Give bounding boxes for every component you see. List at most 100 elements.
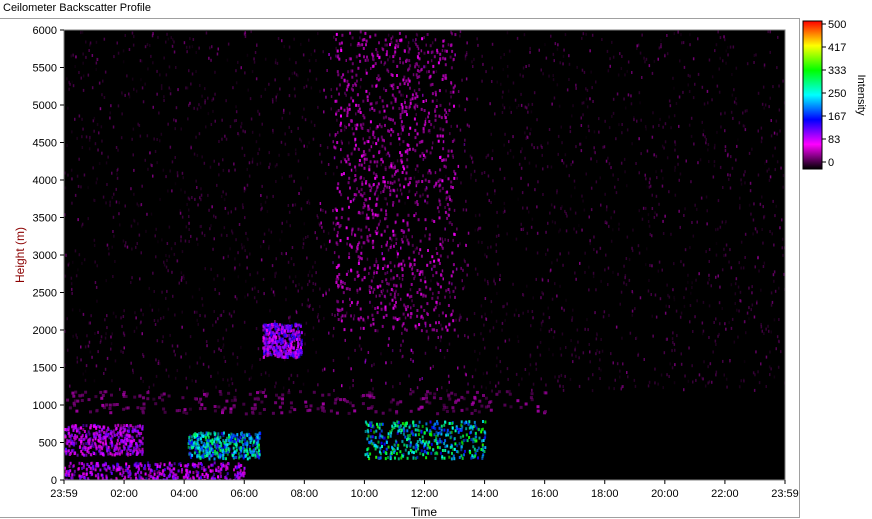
noise-speck	[559, 347, 562, 351]
feature-cell	[263, 355, 265, 359]
noise-speck	[329, 133, 331, 137]
noise-speck	[521, 191, 524, 195]
noise-speck	[422, 174, 424, 178]
noise-speck	[580, 116, 582, 120]
feature-cell	[405, 79, 408, 83]
noise-speck	[76, 356, 78, 360]
noise-speck	[749, 189, 752, 193]
feature-cell	[236, 471, 239, 475]
noise-speck	[455, 318, 457, 322]
noise-speck	[721, 268, 724, 272]
feature-cell	[93, 424, 95, 428]
noise-speck	[588, 343, 590, 346]
feature-cell	[481, 443, 484, 447]
noise-speck	[222, 336, 224, 340]
noise-speck	[243, 186, 246, 190]
feature-cell	[210, 463, 213, 467]
feature-cell	[135, 465, 138, 469]
feature-cell	[220, 467, 222, 471]
feature-cell	[205, 392, 209, 396]
noise-speck	[708, 273, 710, 277]
noise-speck	[366, 257, 369, 261]
feature-cell	[225, 457, 227, 461]
noise-speck	[167, 189, 169, 193]
noise-speck	[218, 162, 220, 166]
noise-speck	[222, 346, 224, 349]
feature-cell	[347, 411, 351, 415]
noise-speck	[470, 176, 472, 180]
noise-speck	[539, 328, 542, 332]
feature-cell	[366, 452, 369, 456]
noise-speck	[155, 255, 157, 259]
noise-speck	[648, 185, 651, 189]
noise-speck	[390, 133, 392, 137]
noise-speck	[746, 311, 749, 315]
feature-cell	[222, 434, 225, 438]
feature-cell	[436, 445, 439, 449]
noise-speck	[392, 118, 394, 122]
noise-speck	[81, 30, 84, 34]
noise-speck	[679, 172, 682, 176]
noise-speck	[82, 61, 84, 65]
feature-cell	[259, 390, 263, 394]
noise-speck	[757, 370, 759, 374]
plot-area[interactable]	[64, 30, 785, 480]
noise-speck	[424, 234, 426, 238]
feature-cell	[220, 464, 223, 467]
noise-speck	[344, 124, 346, 128]
feature-cell	[71, 442, 74, 446]
feature-cell	[137, 469, 140, 473]
noise-speck	[650, 293, 652, 296]
noise-speck	[169, 88, 172, 92]
feature-cell	[378, 426, 381, 430]
noise-speck	[333, 156, 336, 160]
noise-speck	[171, 270, 173, 274]
feature-cell	[428, 129, 431, 132]
noise-speck	[345, 126, 347, 130]
noise-speck	[180, 188, 182, 192]
noise-speck	[479, 226, 482, 230]
feature-cell	[228, 462, 230, 466]
noise-speck	[151, 164, 153, 168]
feature-cell	[82, 472, 84, 476]
noise-speck	[649, 232, 651, 236]
noise-speck	[111, 245, 113, 249]
feature-cell	[440, 424, 443, 428]
noise-speck	[488, 199, 490, 203]
noise-speck	[620, 67, 623, 70]
noise-speck	[246, 183, 249, 187]
noise-speck	[756, 299, 758, 303]
noise-speck	[739, 385, 741, 389]
noise-speck	[206, 344, 208, 348]
noise-speck	[207, 112, 210, 116]
noise-speck	[515, 308, 517, 312]
noise-speck	[121, 324, 123, 328]
noise-speck	[242, 206, 244, 210]
noise-speck	[81, 146, 84, 149]
noise-speck	[333, 326, 335, 330]
feature-cell	[487, 404, 491, 408]
feature-cell	[233, 395, 237, 399]
noise-speck	[522, 206, 524, 210]
feature-cell	[238, 446, 241, 450]
noise-speck	[394, 292, 396, 296]
noise-speck	[228, 169, 230, 173]
noise-speck	[274, 78, 276, 82]
noise-speck	[723, 254, 725, 258]
noise-speck	[286, 220, 288, 224]
noise-speck	[80, 185, 82, 189]
feature-cell	[292, 346, 295, 350]
feature-cell	[365, 393, 369, 397]
feature-cell	[398, 426, 401, 429]
noise-speck	[342, 300, 344, 304]
noise-speck	[707, 148, 709, 152]
noise-speck	[687, 273, 689, 277]
noise-speck	[607, 266, 610, 270]
feature-cell	[277, 328, 280, 331]
feature-cell	[197, 438, 200, 441]
feature-cell	[451, 422, 454, 425]
feature-cell	[118, 442, 121, 446]
noise-speck	[581, 101, 583, 105]
feature-cell	[300, 343, 303, 346]
feature-cell	[159, 465, 162, 469]
